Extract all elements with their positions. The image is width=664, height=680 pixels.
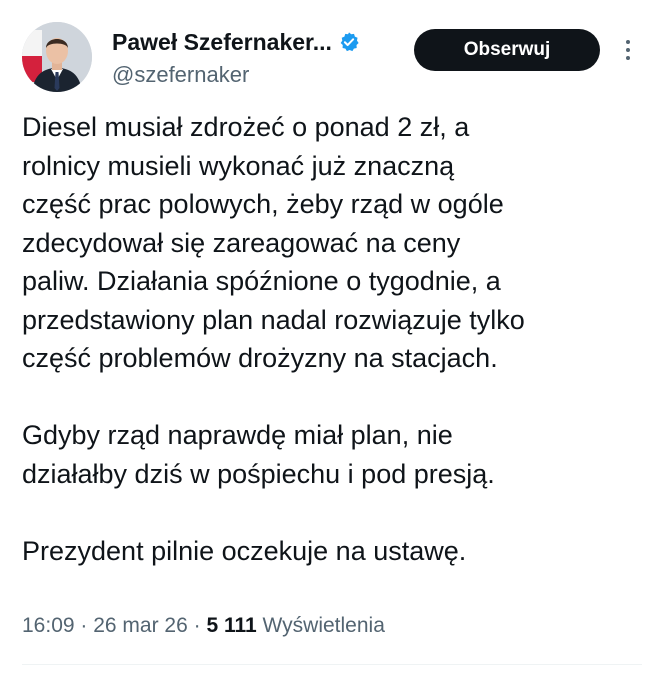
text-line: część problemów drożyzny na stacjach.: [22, 343, 498, 373]
dot: [626, 56, 630, 60]
text-line: część prac polowych, żeby rząd w ogóle: [22, 189, 504, 219]
tweet-date[interactable]: 26 mar 26: [93, 614, 188, 637]
avatar-photo: [22, 22, 92, 92]
tweet-text: Diesel musiał zdrożeć o ponad 2 zł, a ro…: [22, 108, 652, 570]
text-line: rolnicy musieli wykonać już znaczną: [22, 150, 455, 181]
views-label: Wyświetlenia: [256, 614, 385, 637]
tweet-paragraph-2: Gdyby rząd naprawdę miał plan, nie dział…: [22, 416, 652, 493]
tweet-paragraph-3: Prezydent pilnie oczekuje na ustawę.: [22, 532, 652, 571]
tweet-paragraph-1: Diesel musiał zdrożeć o ponad 2 zł, a ro…: [22, 108, 652, 378]
text-line: zdecydował się zareagować na ceny: [22, 227, 461, 258]
text-line: Diesel musiał zdrożeć o ponad 2 zł, a: [22, 112, 470, 142]
meta-separator: ·: [74, 614, 94, 637]
dot: [626, 48, 630, 52]
author-display-name[interactable]: Paweł Szefernaker...: [112, 29, 332, 56]
divider: [22, 664, 642, 665]
dot: [626, 40, 630, 44]
verified-badge-icon: [338, 31, 360, 53]
follow-button[interactable]: Obserwuj: [414, 29, 600, 71]
text-line: Prezydent pilnie oczekuje na ustawę.: [22, 535, 467, 566]
text-line: przedstawiony plan nadal rozwiązuje tylk…: [22, 304, 525, 335]
meta-separator: ·: [187, 614, 207, 637]
author-handle[interactable]: @szefernaker: [112, 62, 422, 88]
name-row: Paweł Szefernaker...: [112, 24, 422, 60]
views-count[interactable]: 5 111: [206, 614, 256, 637]
tweet-meta: 16:09 · 26 mar 26 · 5 111 Wyświetlenia: [22, 614, 385, 638]
text-line: działałby dziś w pośpiechu i pod presją.: [22, 458, 495, 489]
avatar[interactable]: [22, 22, 92, 92]
tweet-header: Paweł Szefernaker... @szefernaker Obserw…: [22, 20, 642, 100]
author-info: Paweł Szefernaker... @szefernaker: [112, 24, 422, 88]
tweet-card: Paweł Szefernaker... @szefernaker Obserw…: [0, 0, 664, 680]
tweet-time[interactable]: 16:09: [22, 614, 75, 637]
text-line: Gdyby rząd naprawdę miał plan, nie: [22, 420, 453, 450]
text-line: paliw. Działania spóźnione o tygodnie, a: [22, 266, 501, 296]
more-options-icon[interactable]: [616, 34, 640, 66]
